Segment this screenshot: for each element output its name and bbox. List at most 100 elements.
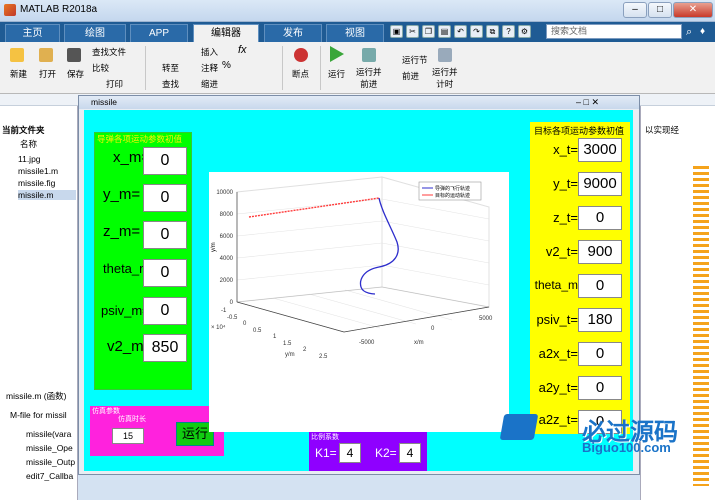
- redo-icon[interactable]: ↷: [470, 25, 483, 38]
- matlab-logo-icon: [4, 4, 16, 16]
- panel-title: 比例系数: [311, 434, 339, 441]
- target-params-panel: 目标各项运动参数初值 x_t= 3000 y_t= 9000 z_t= 0 v2…: [530, 122, 630, 434]
- legend-target: 目标的运动轨迹: [435, 192, 470, 199]
- run-label[interactable]: 运行: [328, 68, 345, 80]
- copy-icon[interactable]: ❐: [422, 25, 435, 38]
- details-title: missile.m (函数): [6, 391, 67, 401]
- open-label[interactable]: 打开: [39, 68, 56, 80]
- name-column-header[interactable]: 名称: [20, 138, 37, 150]
- save-label[interactable]: 保存: [67, 68, 84, 80]
- input-a2x_t[interactable]: 0: [578, 342, 622, 366]
- panel-title: 导弹各项运动参数初值: [97, 134, 183, 144]
- run-time-icon[interactable]: [438, 48, 452, 62]
- undo-icon[interactable]: ↶: [454, 25, 467, 38]
- panel-title: 仿真参数: [92, 408, 120, 415]
- indent-label[interactable]: 缩进: [201, 78, 218, 90]
- tab-editor[interactable]: 编辑器: [193, 24, 259, 42]
- input-psiv_m[interactable]: 0: [143, 297, 187, 325]
- label-a2y_t: a2y_t=: [538, 380, 578, 395]
- find-files-button[interactable]: 查找文件: [92, 46, 126, 58]
- run-icon[interactable]: [330, 46, 344, 62]
- input-theta_m[interactable]: 0: [143, 259, 187, 287]
- k2-input[interactable]: 4: [399, 443, 421, 463]
- paste-icon[interactable]: ▤: [438, 25, 451, 38]
- sim-time-input[interactable]: 15: [112, 428, 144, 444]
- breakpoints-icon[interactable]: [294, 48, 308, 62]
- input-theta_t[interactable]: 0: [578, 274, 622, 298]
- legend-missile: 导弹的飞行轨迹: [435, 185, 470, 192]
- label-z_m: z_m=: [103, 223, 141, 240]
- x-axis-label: x/m: [414, 340, 424, 346]
- figure-window-controls[interactable]: – □ ✕: [576, 97, 599, 108]
- search-icon[interactable]: ⌕: [686, 26, 692, 39]
- input-y_m[interactable]: 0: [143, 184, 187, 212]
- y-tick-label: 0.5: [253, 328, 262, 334]
- goto-button[interactable]: 转至: [162, 62, 179, 74]
- y-axis-label: y/m: [285, 352, 295, 358]
- tab-publish[interactable]: 发布: [264, 24, 322, 42]
- search-input[interactable]: 搜索文档: [546, 24, 682, 39]
- comment-label[interactable]: 注释: [201, 62, 218, 74]
- tab-plots[interactable]: 绘图: [64, 24, 126, 42]
- run-time-label[interactable]: 运行并 计时: [432, 66, 458, 90]
- close-button[interactable]: ✕: [673, 2, 713, 18]
- insert-label[interactable]: 插入: [201, 46, 218, 58]
- cut-icon[interactable]: ✂: [406, 25, 419, 38]
- tab-view[interactable]: 视图: [326, 24, 384, 42]
- fx-icon[interactable]: fx: [238, 44, 247, 56]
- help-icon[interactable]: ?: [502, 25, 515, 38]
- simulation-panel: 仿真参数 仿真时长 15 运行: [90, 406, 224, 456]
- new-file-icon[interactable]: [10, 48, 24, 62]
- function-item[interactable]: missile(vara: [26, 429, 71, 439]
- file-item-selected[interactable]: missile.m: [18, 190, 76, 200]
- input-x_t[interactable]: 3000: [578, 138, 622, 162]
- preferences-icon[interactable]: ⚙: [518, 25, 531, 38]
- label-z_t: z_t=: [553, 210, 578, 225]
- tab-apps[interactable]: APP: [130, 24, 188, 42]
- input-x_m[interactable]: 0: [143, 147, 187, 175]
- input-z_m[interactable]: 0: [143, 221, 187, 249]
- breakpoints-label[interactable]: 断点: [292, 68, 309, 80]
- panel-header: 当前文件夹: [2, 125, 45, 135]
- find-button[interactable]: 查找: [162, 78, 179, 90]
- z-tick-label: 6000: [220, 234, 234, 240]
- minimize-button[interactable]: –: [623, 2, 647, 18]
- compare-button[interactable]: 比较: [92, 62, 109, 74]
- print-button[interactable]: 打印: [106, 78, 123, 90]
- advance-button[interactable]: 前进: [402, 70, 419, 82]
- open-folder-icon[interactable]: [39, 48, 53, 62]
- gain-panel: 比例系数 K1= 4 K2= 4: [309, 432, 427, 471]
- editor-toolstrip: 新建 打开 保存 查找文件 比较 打印 转至 查找 插入 注释 缩进 fx % …: [0, 42, 715, 94]
- input-a2y_t[interactable]: 0: [578, 376, 622, 400]
- function-item[interactable]: edit7_Callba: [26, 471, 73, 481]
- save-quick-icon[interactable]: ▣: [390, 25, 403, 38]
- run-advance-label[interactable]: 运行并 前进: [356, 66, 382, 90]
- input-z_t[interactable]: 0: [578, 206, 622, 230]
- label-y_m: y_m=: [103, 186, 141, 203]
- file-item[interactable]: 11.jpg: [18, 154, 41, 164]
- file-item[interactable]: missile1.m: [18, 166, 58, 176]
- input-y_t[interactable]: 9000: [578, 172, 622, 196]
- new-label[interactable]: 新建: [10, 68, 27, 80]
- input-v2_m[interactable]: 850: [143, 334, 187, 362]
- maximize-button[interactable]: □: [648, 2, 672, 18]
- x-tick-label: 5000: [479, 316, 493, 322]
- input-psiv_t[interactable]: 180: [578, 308, 622, 332]
- graduation-cap-icon: [499, 414, 539, 440]
- trajectory-3d-plot[interactable]: 0 2000 4000 6000 8000 10000 y/m -1 -0.5 …: [209, 172, 509, 432]
- function-item[interactable]: missile_Outp: [26, 457, 75, 467]
- notification-icon[interactable]: ♦: [700, 26, 705, 37]
- window-title: MATLAB R2018a: [20, 4, 98, 15]
- input-v2_t[interactable]: 900: [578, 240, 622, 264]
- k1-label: K1=: [315, 446, 337, 460]
- label-theta_t: theta_m: [534, 278, 578, 292]
- run-section-button[interactable]: 运行节: [402, 54, 428, 66]
- percent-icon[interactable]: %: [222, 60, 231, 71]
- file-item[interactable]: missile.fig: [18, 178, 55, 188]
- run-advance-icon[interactable]: [362, 48, 376, 62]
- function-item[interactable]: missile_Ope: [26, 443, 73, 453]
- switch-windows-icon[interactable]: ⧉: [486, 25, 499, 38]
- save-icon[interactable]: [67, 48, 81, 62]
- tab-home[interactable]: 主页: [5, 24, 60, 42]
- k1-input[interactable]: 4: [339, 443, 361, 463]
